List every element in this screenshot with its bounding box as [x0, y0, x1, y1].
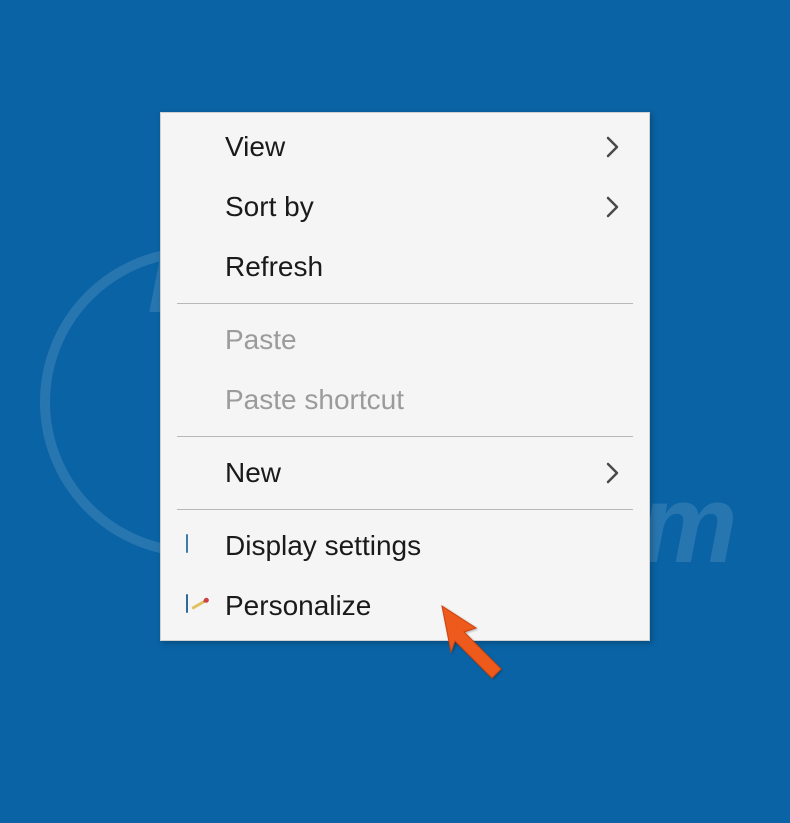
menu-item-view[interactable]: View — [163, 117, 647, 177]
menu-item-sort-by[interactable]: Sort by — [163, 177, 647, 237]
monitor-icon — [177, 535, 225, 557]
desktop-context-menu: View Sort by Refresh Paste Paste shortcu… — [160, 112, 650, 641]
menu-item-label: Paste — [225, 324, 599, 356]
menu-item-refresh[interactable]: Refresh — [163, 237, 647, 297]
menu-item-personalize[interactable]: Personalize — [163, 576, 647, 636]
menu-item-display-settings[interactable]: Display settings — [163, 516, 647, 576]
personalize-icon — [177, 595, 225, 617]
chevron-right-icon — [599, 462, 627, 484]
menu-item-label: View — [225, 131, 599, 163]
menu-separator — [177, 303, 633, 304]
menu-item-label: New — [225, 457, 599, 489]
menu-item-new[interactable]: New — [163, 443, 647, 503]
menu-separator — [177, 509, 633, 510]
menu-item-label: Display settings — [225, 530, 599, 562]
menu-item-paste: Paste — [163, 310, 647, 370]
chevron-right-icon — [599, 136, 627, 158]
menu-item-label: Sort by — [225, 191, 599, 223]
chevron-right-icon — [599, 196, 627, 218]
menu-item-label: Refresh — [225, 251, 599, 283]
menu-item-label: Personalize — [225, 590, 599, 622]
menu-item-label: Paste shortcut — [225, 384, 599, 416]
menu-item-paste-shortcut: Paste shortcut — [163, 370, 647, 430]
menu-separator — [177, 436, 633, 437]
